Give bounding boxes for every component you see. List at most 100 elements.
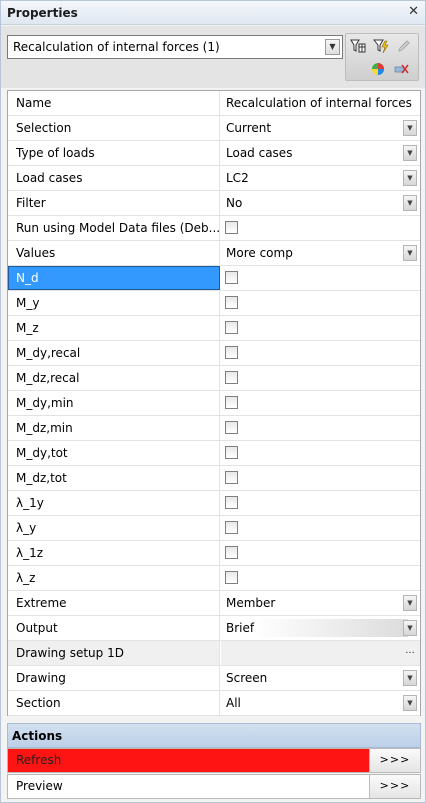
property-value[interactable]	[221, 391, 420, 415]
property-value[interactable]	[221, 266, 420, 290]
chevron-down-icon[interactable]: ▼	[403, 145, 417, 161]
clear-selection-icon[interactable]	[391, 59, 411, 79]
property-row[interactable]: Name Recalculation of internal forces	[8, 91, 420, 116]
property-row[interactable]: Selection Current ▼	[8, 116, 420, 141]
property-value[interactable]: Brief ▼	[221, 616, 420, 640]
chevron-down-icon[interactable]: ▼	[403, 120, 417, 136]
close-icon[interactable]: ✕	[408, 4, 419, 19]
property-checkbox[interactable]	[225, 271, 238, 284]
property-checkbox[interactable]	[225, 521, 238, 534]
property-row[interactable]: Run using Model Data files (Deb...	[8, 216, 420, 241]
property-value[interactable]: Current ▼	[221, 116, 420, 140]
property-row[interactable]: Drawing Screen ▼	[8, 666, 420, 691]
property-value[interactable]: More comp ▼	[221, 241, 420, 265]
property-value[interactable]	[221, 341, 420, 365]
property-value[interactable]	[221, 316, 420, 340]
chevron-down-icon[interactable]: ▼	[403, 695, 417, 711]
property-checkbox[interactable]	[225, 396, 238, 409]
toolbar	[345, 33, 419, 81]
property-value[interactable]: All ▼	[221, 691, 420, 715]
preview-action-label: Preview	[16, 779, 63, 793]
property-row[interactable]: M_dy,min	[8, 391, 420, 416]
preview-button[interactable]: >>>	[369, 775, 420, 798]
property-label: λ_1z	[8, 541, 220, 565]
filter-table-icon[interactable]	[348, 36, 368, 56]
property-row[interactable]: M_dz,min	[8, 416, 420, 441]
ellipsis-button[interactable]: ...	[403, 645, 417, 661]
property-checkbox[interactable]	[225, 446, 238, 459]
property-value[interactable]	[221, 216, 420, 240]
property-label: Filter	[8, 191, 220, 215]
chevron-down-icon[interactable]: ▼	[403, 595, 417, 611]
pie-chart-icon[interactable]	[368, 59, 388, 79]
property-checkbox[interactable]	[225, 571, 238, 584]
properties-panel: Properties ✕ Recalculation of internal f…	[0, 0, 426, 803]
property-checkbox[interactable]	[225, 296, 238, 309]
property-row[interactable]: M_dz,tot	[8, 466, 420, 491]
property-value[interactable]: LC2 ▼	[221, 166, 420, 190]
property-row[interactable]: λ_y	[8, 516, 420, 541]
property-label: M_z	[8, 316, 220, 340]
preview-action[interactable]: Preview >>>	[7, 774, 421, 799]
property-value[interactable]: Member ▼	[221, 591, 420, 615]
property-row[interactable]: Filter No ▼	[8, 191, 420, 216]
property-label: Name	[8, 91, 220, 115]
property-value[interactable]	[221, 566, 420, 590]
property-checkbox[interactable]	[225, 471, 238, 484]
property-row[interactable]: Section All ▼	[8, 691, 420, 716]
refresh-button[interactable]: >>>	[369, 749, 420, 772]
property-row[interactable]: Load cases LC2 ▼	[8, 166, 420, 191]
chevron-down-icon[interactable]: ▼	[325, 39, 340, 55]
filter-lightning-icon[interactable]	[371, 36, 391, 56]
property-checkbox[interactable]	[225, 421, 238, 434]
property-row[interactable]: Drawing setup 1D...	[8, 641, 420, 666]
property-value[interactable]	[221, 516, 420, 540]
property-value-text: Load cases	[226, 146, 293, 160]
chevron-down-icon[interactable]: ▼	[403, 670, 417, 686]
property-checkbox[interactable]	[225, 221, 238, 234]
property-row[interactable]: M_dz,recal	[8, 366, 420, 391]
refresh-action-label: Refresh	[8, 749, 369, 772]
property-value[interactable]	[221, 366, 420, 390]
property-value[interactable]: ...	[221, 641, 420, 665]
property-value-text: Brief	[226, 621, 255, 635]
property-checkbox[interactable]	[225, 346, 238, 359]
chevron-down-icon[interactable]: ▼	[403, 245, 417, 261]
property-row[interactable]: M_z	[8, 316, 420, 341]
property-row[interactable]: N_d	[8, 266, 420, 291]
property-row[interactable]: M_dy,tot	[8, 441, 420, 466]
chevron-down-icon[interactable]: ▼	[403, 170, 417, 186]
chevron-down-icon[interactable]: ▼	[403, 620, 417, 636]
property-value[interactable]	[221, 441, 420, 465]
property-row[interactable]: Type of loads Load cases ▼	[8, 141, 420, 166]
property-checkbox[interactable]	[225, 371, 238, 384]
property-checkbox[interactable]	[225, 496, 238, 509]
property-value-text: All	[226, 696, 241, 710]
object-selector-combo[interactable]: Recalculation of internal forces (1) ▼	[7, 35, 343, 59]
property-value[interactable]	[221, 416, 420, 440]
property-value[interactable]: No ▼	[221, 191, 420, 215]
property-value[interactable]: Load cases ▼	[221, 141, 420, 165]
property-value[interactable]	[221, 541, 420, 565]
property-row[interactable]: M_y	[8, 291, 420, 316]
property-value-text: More comp	[226, 246, 293, 260]
property-value[interactable]: Screen ▼	[221, 666, 420, 690]
property-value[interactable]	[221, 466, 420, 490]
property-row[interactable]: λ_z	[8, 566, 420, 591]
object-selector-value: Recalculation of internal forces (1)	[13, 40, 220, 54]
property-row[interactable]: λ_1y	[8, 491, 420, 516]
property-row[interactable]: Output Brief ▼	[8, 616, 420, 641]
property-checkbox[interactable]	[225, 546, 238, 559]
property-checkbox[interactable]	[225, 321, 238, 334]
property-value-text: Current	[226, 121, 272, 135]
property-row[interactable]: M_dy,recal	[8, 341, 420, 366]
property-row[interactable]: Extreme Member ▼	[8, 591, 420, 616]
property-row[interactable]: λ_1z	[8, 541, 420, 566]
chevron-down-icon[interactable]: ▼	[403, 195, 417, 211]
property-value[interactable]	[221, 291, 420, 315]
pencil-icon[interactable]	[394, 36, 414, 56]
property-value[interactable]	[221, 491, 420, 515]
property-label: M_dy,recal	[8, 341, 220, 365]
refresh-action[interactable]: Refresh >>>	[7, 748, 421, 773]
property-row[interactable]: Values More comp ▼	[8, 241, 420, 266]
